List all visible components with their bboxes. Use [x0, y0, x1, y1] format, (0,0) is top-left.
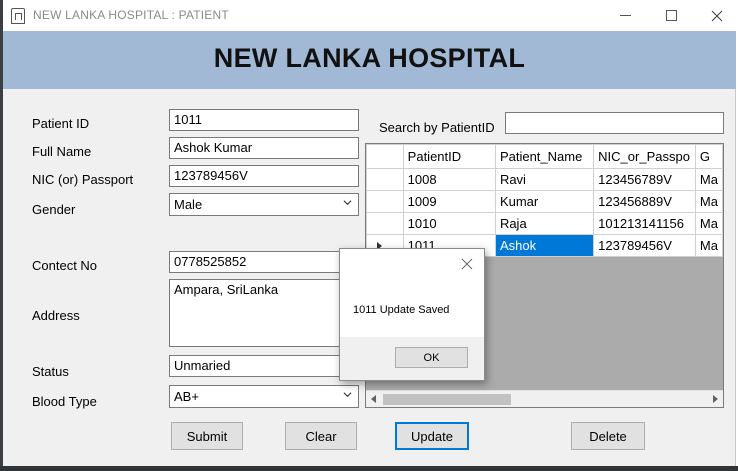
- table-cell-selected[interactable]: Ashok: [494, 234, 595, 257]
- row-header[interactable]: [366, 168, 404, 191]
- scroll-left-icon[interactable]: [371, 395, 376, 403]
- status-input[interactable]: Unmaried: [169, 355, 341, 377]
- hospital-app-icon: [11, 8, 25, 24]
- table-cell[interactable]: Ma: [694, 190, 723, 213]
- dialog-message: 1011 Update Saved: [353, 304, 450, 316]
- maximize-button[interactable]: [648, 0, 694, 31]
- table-cell[interactable]: Ma: [694, 212, 723, 235]
- address-label: Address: [32, 308, 80, 323]
- full-name-label: Full Name: [32, 144, 92, 159]
- chevron-down-icon: [343, 200, 352, 206]
- window-title: NEW LANKA HOSPITAL : PATIENT: [33, 8, 229, 22]
- message-dialog: 1011 Update Saved OK: [339, 248, 485, 381]
- nic-label: NIC (or) Passport: [32, 172, 134, 187]
- table-row[interactable]: 1010 Raja 101213141156 Ma: [366, 212, 723, 235]
- patient-window: NEW LANKA HOSPITAL : PATIENT NEW LANKA H…: [3, 0, 736, 466]
- table-cell[interactable]: 1009: [402, 190, 496, 213]
- search-input[interactable]: [505, 112, 724, 134]
- update-button[interactable]: Update: [395, 422, 469, 450]
- table-cell[interactable]: 123789456V: [593, 234, 696, 257]
- full-name-input[interactable]: Ashok Kumar: [169, 137, 359, 159]
- table-cell[interactable]: Ravi: [494, 168, 595, 191]
- column-header[interactable]: NIC_or_Passpo: [593, 144, 696, 169]
- row-header[interactable]: [366, 190, 404, 213]
- banner-title: NEW LANKA HOSPITAL: [213, 42, 526, 73]
- patient-id-input[interactable]: 1011: [169, 109, 359, 131]
- header-banner: NEW LANKA HOSPITAL: [3, 31, 736, 89]
- dialog-footer: OK: [340, 337, 484, 380]
- blood-type-label: Blood Type: [32, 394, 97, 409]
- table-cell[interactable]: Kumar: [494, 190, 595, 213]
- clear-button[interactable]: Clear: [285, 422, 357, 450]
- scroll-right-icon[interactable]: [713, 395, 718, 403]
- table-cell[interactable]: Ma: [694, 168, 723, 191]
- chevron-down-icon: [343, 392, 352, 398]
- status-label: Status: [32, 364, 69, 379]
- grid-header-row: PatientID Patient_Name NIC_or_Passpo G: [366, 144, 723, 169]
- gender-label: Gender: [32, 202, 76, 217]
- search-label: Search by PatientID: [379, 120, 495, 135]
- patient-id-label: Patient ID: [32, 116, 90, 131]
- patient-table: PatientID Patient_Name NIC_or_Passpo G 1…: [366, 144, 723, 257]
- maximize-icon: [665, 10, 677, 21]
- contact-input[interactable]: 0778525852: [169, 251, 341, 273]
- close-window-button[interactable]: [694, 0, 738, 31]
- horizontal-scrollbar[interactable]: [366, 390, 723, 407]
- delete-button[interactable]: Delete: [571, 422, 645, 450]
- table-cell[interactable]: 123456789V: [593, 168, 696, 191]
- submit-button[interactable]: Submit: [171, 422, 243, 450]
- gender-selected-value: Male: [174, 197, 203, 212]
- table-cell[interactable]: Raja: [494, 212, 595, 235]
- minimize-icon: [619, 15, 631, 16]
- desktop-edge-bottom: [0, 466, 738, 471]
- contact-label: Contect No: [32, 258, 98, 273]
- table-row[interactable]: 1009 Kumar 123456889V Ma: [366, 190, 723, 213]
- blood-type-selected-value: AB+: [174, 389, 199, 404]
- blood-type-select[interactable]: AB+: [169, 385, 359, 408]
- row-header[interactable]: [366, 212, 404, 235]
- table-cell[interactable]: Ma: [694, 234, 723, 257]
- minimize-button[interactable]: [602, 0, 648, 31]
- scrollbar-thumb[interactable]: [383, 394, 511, 405]
- address-input[interactable]: Ampara, SriLanka: [169, 279, 341, 347]
- close-icon[interactable]: [460, 257, 474, 271]
- ok-button[interactable]: OK: [395, 347, 468, 368]
- grid-corner: [366, 144, 404, 169]
- column-header[interactable]: Patient_Name: [494, 144, 595, 169]
- nic-input[interactable]: 123789456V: [169, 165, 359, 187]
- column-header[interactable]: G: [694, 144, 723, 169]
- title-bar[interactable]: NEW LANKA HOSPITAL : PATIENT: [3, 0, 736, 31]
- table-row[interactable]: 1008 Ravi 123456789V Ma: [366, 168, 723, 191]
- close-icon: [711, 10, 723, 21]
- table-cell[interactable]: 1010: [402, 212, 496, 235]
- table-cell[interactable]: 101213141156: [593, 212, 696, 235]
- gender-select[interactable]: Male: [169, 193, 359, 216]
- column-header[interactable]: PatientID: [402, 144, 496, 169]
- table-cell[interactable]: 1008: [402, 168, 496, 191]
- table-cell[interactable]: 123456889V: [593, 190, 696, 213]
